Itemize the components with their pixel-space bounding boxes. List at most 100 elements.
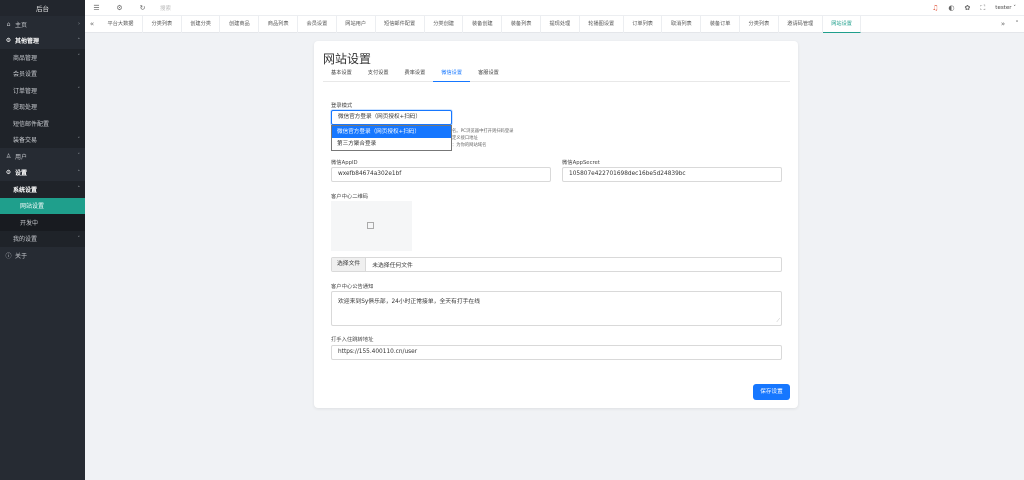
sidebar-item-sms-email[interactable]: 短信邮件配置	[0, 115, 85, 132]
qrcode-file-input[interactable]: 选择文件 未选择任何文件	[331, 257, 782, 272]
settings-card: 网站设置 基本设置 支付设置 费率设置 微信设置 客服设置 登录模式 微信官方登录（网页…	[314, 41, 798, 408]
tab-item[interactable]: 创建分类	[182, 15, 221, 33]
tab-item[interactable]: 会员设置	[298, 15, 337, 33]
save-button[interactable]: 保存设置	[753, 384, 790, 400]
sidebar-item-product-management[interactable]: 商品管理 ˅	[0, 49, 85, 66]
tab-item[interactable]: 取消列表	[662, 15, 702, 33]
appsecret-label: 微信AppSecret	[562, 160, 600, 166]
notice-textarea[interactable]: 欢迎来到Sy俱乐部，24小时正常接单，全天有打手在线 ⟋	[331, 291, 782, 326]
settings-sub-tab[interactable]: 基本设置	[323, 68, 360, 82]
chevron-up-icon: ˄	[77, 186, 81, 193]
sidebar-item-settings[interactable]: ⚙ 设置 ˄	[0, 165, 85, 182]
appid-label: 微信AppID	[331, 160, 358, 166]
gear-icon: ⚙	[5, 37, 12, 45]
sidebar-title: 后台	[0, 0, 85, 16]
chevron-down-icon: ˅	[1013, 5, 1016, 11]
page-title: 网站设置	[323, 52, 372, 66]
sidebar-item-equipment-trade[interactable]: 装备交易 ˅	[0, 131, 85, 148]
theme-icon[interactable]: ◐	[948, 4, 954, 12]
login-mode-dropdown: 微信官方登录（网页授权+扫码） 第三方聚合登录	[331, 125, 452, 151]
settings-icon[interactable]: ⚙	[108, 4, 131, 12]
tab-item[interactable]: 商品列表	[259, 15, 299, 33]
tab-item[interactable]: 装备创建	[463, 15, 503, 33]
tab-item[interactable]: 装备订单	[701, 15, 740, 33]
top-bar-right: ♫ ◐ ✿ ⛶ tester ˅	[932, 0, 1016, 16]
resize-handle-icon[interactable]: ⟋	[776, 318, 780, 324]
sidebar-item-other-management[interactable]: ⚙ 其他管理 ˄	[0, 33, 85, 50]
gear-icon: ⚙	[5, 169, 12, 177]
login-hint-line: 名。PC浏览器中打开则扫码登录	[452, 129, 514, 134]
search-input[interactable]: 搜索	[160, 4, 171, 12]
settings-sub-tab[interactable]: 微信设置	[433, 68, 471, 82]
tabs-scroll-right-icon[interactable]: »	[996, 20, 1010, 28]
login-mode-label: 登录模式	[331, 103, 353, 109]
login-hint-line: 定义接口地址	[452, 136, 478, 141]
tab-item[interactable]: 轮播图设置	[580, 15, 624, 33]
tab-item[interactable]: 分类列表	[143, 15, 182, 33]
redirect-url-input[interactable]: https://155.400110.cn/user	[331, 345, 782, 360]
chevron-up-icon: ˄	[77, 37, 81, 44]
tab-item[interactable]: 网站设置	[822, 15, 862, 33]
settings-sub-tabs: 基本设置 支付设置 费率设置 微信设置 客服设置	[323, 68, 790, 82]
tab-item[interactable]: 创建商品	[220, 15, 260, 33]
notification-icon[interactable]: ♫	[932, 4, 938, 12]
home-icon: ⌂	[6, 20, 11, 28]
broken-image-icon	[367, 222, 374, 229]
sidebar-item-order-management[interactable]: 订单管理 ˅	[0, 82, 85, 99]
tab-item[interactable]: 装备列表	[502, 15, 541, 33]
sidebar: 后台 ⌂ 主页 › ⚙ 其他管理 ˄ 商品管理 ˅ 会员设置 订单管理 ˅ 提现处理 短信邮…	[0, 0, 85, 480]
file-status: 未选择任何文件	[372, 263, 413, 269]
tabs-menu-icon[interactable]: ˅	[1010, 20, 1024, 28]
settings-sub-tab[interactable]: 支付设置	[360, 68, 397, 82]
sidebar-item-website-settings[interactable]: 网站设置	[0, 197, 85, 214]
refresh-icon[interactable]: ↻	[131, 4, 154, 12]
tabs-list: 平台大数据 分类列表 创建分类 创建商品 商品列表 会员设置 网站用户 短信邮件配置 分类创建装…	[99, 15, 996, 33]
sidebar-item-in-development[interactable]: 开发中	[0, 214, 85, 231]
sidebar-item-withdrawal[interactable]: 提现处理	[0, 98, 85, 115]
user-icon: ♙	[5, 152, 12, 160]
redirect-label: 打手入住跳转地址	[331, 337, 374, 343]
login-mode-option[interactable]: 微信官方登录（网页授权+扫码）	[332, 126, 451, 138]
top-bar: ☰ ⚙ ↻ 搜索 ♫ ◐ ✿ ⛶ tester ˅	[85, 0, 1024, 16]
qrcode-label: 客户中心二维码	[331, 194, 369, 200]
login-mode-select[interactable]: 微信官方登录（网页授权+扫码）	[331, 110, 452, 125]
chevron-down-icon: ˅	[77, 87, 81, 94]
choose-file-button[interactable]: 选择文件	[332, 258, 367, 271]
palette-icon[interactable]: ✿	[965, 4, 971, 12]
tab-item[interactable]: 短信邮件配置	[376, 15, 425, 33]
chevron-down-icon: ˅	[77, 153, 81, 160]
sidebar-item-users[interactable]: ♙ 用户 ˅	[0, 148, 85, 165]
menu-toggle-icon[interactable]: ☰	[85, 4, 108, 12]
notice-label: 客户中心公告通知	[331, 284, 374, 290]
login-hint-line: ：为你的网站域名	[452, 143, 487, 148]
fullscreen-icon[interactable]: ⛶	[980, 4, 985, 13]
sidebar-item-home[interactable]: ⌂ 主页 ›	[0, 16, 85, 33]
chevron-down-icon: ˅	[77, 235, 81, 242]
appid-input[interactable]: wxefb84674a302e1bf	[331, 167, 551, 182]
sidebar-item-about[interactable]: ⓘ 关于	[0, 247, 85, 264]
login-mode-option[interactable]: 第三方聚合登录	[332, 138, 451, 150]
qrcode-preview	[331, 201, 412, 251]
sidebar-item-member-settings[interactable]: 会员设置	[0, 65, 85, 82]
tab-item[interactable]: 分类列表	[740, 15, 779, 33]
chevron-right-icon: ›	[78, 21, 80, 28]
app-root: 后台 ⌂ 主页 › ⚙ 其他管理 ˄ 商品管理 ˅ 会员设置 订单管理 ˅ 提现处理 短信邮…	[0, 0, 1024, 480]
tab-item[interactable]: 网站用户	[337, 15, 376, 33]
chevron-down-icon: ˅	[77, 136, 81, 143]
chevron-down-icon: ˅	[77, 54, 81, 61]
sidebar-item-my-settings[interactable]: 我的设置 ˅	[0, 230, 85, 247]
tab-item[interactable]: 邀请码管理	[779, 15, 823, 33]
settings-sub-tab[interactable]: 客服设置	[470, 68, 507, 82]
sidebar-item-system-settings[interactable]: 系统设置 ˄	[0, 181, 85, 198]
tab-item[interactable]: 提现处理	[541, 15, 580, 33]
info-icon: ⓘ	[5, 252, 12, 260]
chevron-up-icon: ˄	[77, 169, 81, 176]
tabs-scroll-left-icon[interactable]: «	[85, 20, 99, 28]
tab-item[interactable]: 平台大数据	[99, 15, 143, 33]
tab-bar: « 平台大数据 分类列表 创建分类 创建商品 商品列表 会员设置 网站用户 短信邮件配置 分类创…	[85, 15, 1024, 33]
tab-item[interactable]: 订单列表	[624, 15, 663, 33]
settings-sub-tab[interactable]: 费率设置	[397, 68, 434, 82]
appsecret-input[interactable]: 105807e422701698dec16be5d24839bc	[562, 167, 782, 182]
tab-item[interactable]: 分类创建	[425, 15, 464, 33]
user-menu[interactable]: tester ˅	[995, 5, 1016, 11]
